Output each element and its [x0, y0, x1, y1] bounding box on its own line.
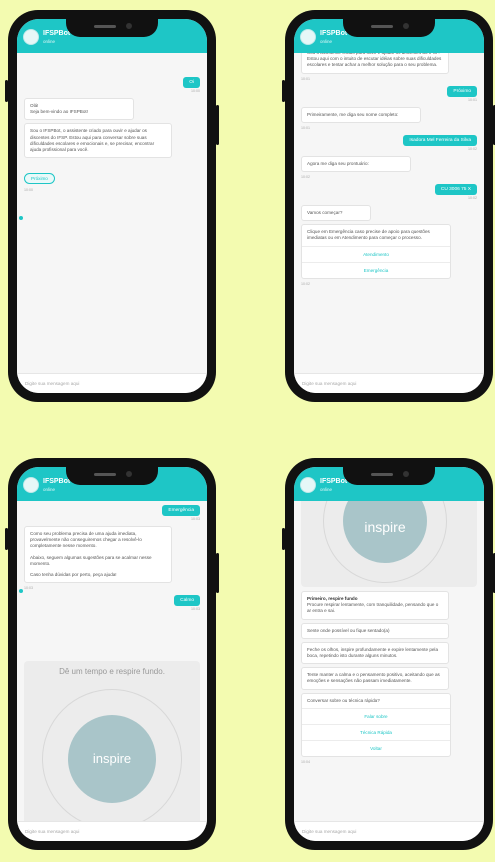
user-message: Calmo	[174, 595, 200, 607]
chat-area[interactable]: Emergência 10:03 Como seu problema preci…	[17, 501, 207, 821]
breathing-exercise: Dê um tempo e respire fundo. inspire	[24, 661, 200, 821]
bot-paragraph: Como seu problema precisa de uma ajuda i…	[30, 531, 142, 549]
card-question: Conversar sobre ou técnica rápida?	[307, 697, 380, 703]
bot-paragraph: Abaixo, seguem algumas sugestões para se…	[30, 554, 152, 566]
message-time: 10:04	[301, 759, 310, 764]
camera-icon	[403, 471, 409, 477]
bot-status: online	[43, 39, 56, 44]
bot-status: online	[320, 39, 333, 44]
phone-screen: IFSPBot online Oi 10:00 Olá! Seja bem-vi…	[17, 19, 207, 393]
phone-mockup-3: IFSPBot online Emergência 10:03 Como seu…	[5, 458, 219, 850]
bot-status: online	[320, 487, 333, 492]
bot-message: Sou o IFSPBot, o assistente criado para …	[24, 123, 172, 159]
option-tecnica-rapida[interactable]: Técnica Rápida	[302, 723, 450, 740]
bot-message: Feche os olhos, inspire profundamente e …	[301, 641, 449, 665]
phone-mockup-4: IFSPBot online inspire Primeiro, respire…	[282, 458, 495, 850]
option-falar-sobre[interactable]: Falar sobre	[302, 707, 450, 724]
message-input[interactable]: Digite sua mensagem aqui	[17, 373, 207, 393]
message-input[interactable]: Digite sua mensagem aqui	[294, 373, 484, 393]
volume-button	[282, 80, 285, 102]
message-time: 10:02	[301, 281, 310, 286]
bot-message: Sente onde possível ou fique sentado(a)	[301, 622, 449, 639]
bot-message: Primeiramente, me diga seu nome completo…	[301, 106, 421, 123]
bot-paragraph: Caso tenha dúvidas por perto, peça ajuda…	[30, 572, 117, 578]
user-message: Isadora Mel Ferreira da Silva	[403, 134, 477, 146]
chat-area[interactable]: Oi 10:00 Olá! Seja bem-vindo ao IFSPBot!…	[17, 53, 207, 373]
message-time: 10:02	[468, 146, 477, 151]
camera-icon	[126, 23, 132, 29]
bot-message: Agora me diga seu prontuário:	[301, 155, 411, 173]
bot-intro-text: Sou o IFSPBot, o assistente criado para …	[30, 128, 155, 153]
message-time: 10:02	[468, 196, 477, 201]
phone-mockup-1: IFSPBot online Oi 10:00 Olá! Seja bem-vi…	[5, 10, 219, 402]
typing-indicator-icon	[19, 216, 23, 220]
bot-message: Olá! Seja bem-vindo ao IFSPBot!	[24, 98, 134, 121]
bot-name: IFSPBot	[320, 30, 348, 37]
volume-button	[5, 80, 8, 102]
notch	[66, 467, 158, 485]
bot-avatar	[23, 477, 39, 493]
notch	[343, 19, 435, 37]
notch	[343, 467, 435, 485]
option-atendimento[interactable]: Atendimento	[302, 245, 450, 262]
bot-avatar	[23, 29, 39, 45]
bot-name: IFSPBot	[320, 478, 348, 485]
next-button[interactable]: Próximo	[24, 173, 55, 185]
message-time: 10:03	[191, 517, 200, 521]
chat-area[interactable]: Sou o assistente criado para ouvir e aju…	[294, 53, 484, 373]
bot-message: Como seu problema precisa de uma ajuda i…	[24, 526, 172, 584]
bot-name: IFSPBot	[43, 30, 71, 37]
user-message: CU 3006 75 X	[434, 184, 477, 196]
phone-screen: IFSPBot online Sou o assistente criado p…	[294, 19, 484, 393]
message-input[interactable]: Digite sua mensagem aqui	[17, 821, 207, 841]
user-message: Oi	[183, 77, 200, 88]
power-button	[216, 553, 219, 593]
chat-area[interactable]: inspire Primeiro, respire fundo Procure …	[294, 501, 484, 821]
breathing-exercise: inspire	[301, 501, 477, 587]
user-message: Emergência	[162, 505, 200, 516]
breathing-word: inspire	[364, 519, 406, 535]
message-input[interactable]: Digite sua mensagem aqui	[294, 821, 484, 841]
bot-status: online	[43, 487, 56, 492]
breathing-circle: inspire	[68, 715, 156, 803]
card-text: Clique em Emergência caso precise de apo…	[307, 229, 430, 241]
message-time: 10:03	[191, 607, 200, 612]
bot-message: Sou o assistente criado para ouvir e aju…	[301, 53, 449, 74]
breathing-title: Dê um tempo e respire fundo.	[59, 667, 165, 676]
bot-message: Vamos começar?	[301, 205, 371, 222]
user-message: Próximo	[447, 85, 477, 97]
phone-screen: IFSPBot online inspire Primeiro, respire…	[294, 467, 484, 841]
message-time: 10:03	[24, 586, 33, 591]
bot-message: Tente manter a calma e o pensamento posi…	[301, 667, 449, 690]
options-card: Conversar sobre ou técnica rápida? Falar…	[301, 692, 451, 757]
message-time: 10:00	[24, 188, 33, 193]
greeting-line: Seja bem-vindo ao IFSPBot!	[30, 109, 88, 115]
bot-message: Primeiro, respire fundo Procure respirar…	[301, 591, 449, 620]
volume-button	[282, 528, 285, 550]
camera-icon	[126, 471, 132, 477]
option-voltar[interactable]: Voltar	[302, 739, 450, 756]
message-time: 10:01	[301, 76, 310, 81]
options-card: Clique em Emergência caso precise de apo…	[301, 224, 451, 279]
bot-name: IFSPBot	[43, 478, 71, 485]
phone-screen: IFSPBot online Emergência 10:03 Como seu…	[17, 467, 207, 841]
message-time: 10:00	[191, 89, 200, 93]
bot-avatar	[300, 29, 316, 45]
message-time: 10:02	[301, 175, 310, 180]
typing-indicator-icon	[19, 589, 23, 593]
volume-button	[5, 528, 8, 550]
notch	[66, 19, 158, 37]
option-emergencia[interactable]: Emergência	[302, 261, 450, 278]
phone-mockup-2: IFSPBot online Sou o assistente criado p…	[282, 10, 495, 402]
bot-avatar	[300, 477, 316, 493]
camera-icon	[403, 23, 409, 29]
message-time: 10:01	[301, 125, 310, 130]
breathing-word: inspire	[92, 751, 132, 766]
power-button	[216, 105, 219, 145]
step-text: Procure respirar lentamente, com tranqui…	[307, 602, 439, 614]
message-time: 10:01	[468, 97, 477, 102]
